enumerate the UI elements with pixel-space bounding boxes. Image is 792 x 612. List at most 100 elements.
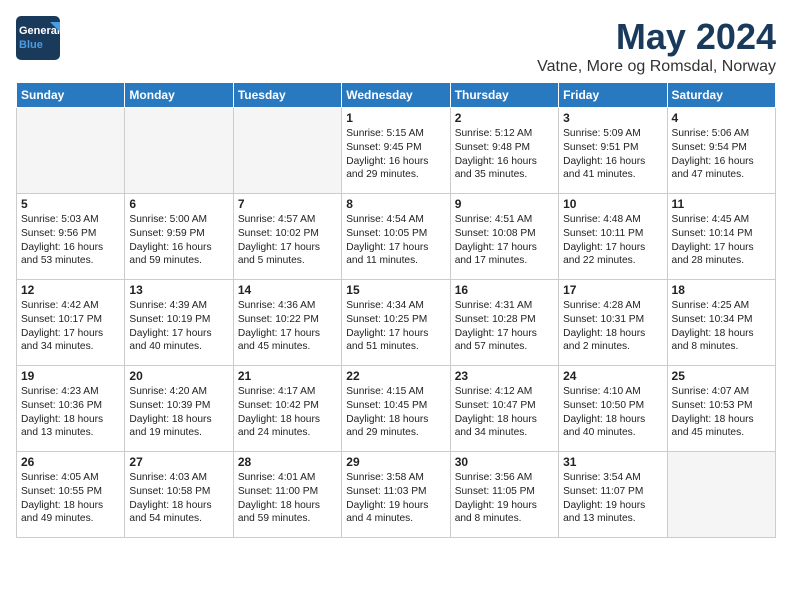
day-content: Sunrise: 4:25 AMSunset: 10:34 PMDaylight… xyxy=(672,299,771,354)
cell-5-3: 28 Sunrise: 4:01 AMSunset: 11:00 PMDaylig… xyxy=(233,452,341,538)
day-content: Sunrise: 4:45 AMSunset: 10:14 PMDaylight… xyxy=(672,213,771,268)
day-content: Sunrise: 4:39 AMSunset: 10:19 PMDaylight… xyxy=(129,299,228,354)
cell-1-4: 1Sunrise: 5:15 AMSunset: 9:45 PMDaylight… xyxy=(342,108,450,194)
cell-2-7: 11 Sunrise: 4:45 AMSunset: 10:14 PMDaylig… xyxy=(667,194,775,280)
day-number: 26 xyxy=(21,455,120,469)
day-number: 10 xyxy=(563,197,662,211)
day-number: 16 xyxy=(455,283,554,297)
cell-1-5: 2 Sunrise: 5:12 AMSunset: 9:48 PMDaylight… xyxy=(450,108,558,194)
title-area: May 2024 Vatne, More og Romsdal, Norway xyxy=(537,16,776,76)
day-content: Sunrise: 4:57 AMSunset: 10:02 PMDaylight… xyxy=(238,213,337,268)
day-number: 22 xyxy=(346,369,445,383)
day-content: Sunrise: 4:07 AMSunset: 10:53 PMDaylight… xyxy=(672,385,771,440)
cell-5-7 xyxy=(667,452,775,538)
day-content: Sunrise: 4:51 AMSunset: 10:08 PMDaylight… xyxy=(455,213,554,268)
header-row: SundayMondayTuesdayWednesdayThursdayFrid… xyxy=(17,83,776,108)
day-number: 1 xyxy=(346,111,445,125)
day-content: Sunrise: 5:12 AMSunset: 9:48 PMDaylight:… xyxy=(455,127,554,182)
week-row-1: 1Sunrise: 5:15 AMSunset: 9:45 PMDaylight… xyxy=(17,108,776,194)
day-content: Sunrise: 4:01 AMSunset: 11:00 PMDaylight… xyxy=(238,471,337,526)
day-content: Sunrise: 4:31 AMSunset: 10:28 PMDaylight… xyxy=(455,299,554,354)
day-number: 28 xyxy=(238,455,337,469)
day-number: 24 xyxy=(563,369,662,383)
day-number: 6 xyxy=(129,197,228,211)
day-content: Sunrise: 4:23 AMSunset: 10:36 PMDaylight… xyxy=(21,385,120,440)
col-header-monday: Monday xyxy=(125,83,233,108)
logo: General Blue xyxy=(16,16,60,60)
cell-5-5: 30 Sunrise: 3:56 AMSunset: 11:05 PMDaylig… xyxy=(450,452,558,538)
day-content: Sunrise: 3:56 AMSunset: 11:05 PMDaylight… xyxy=(455,471,554,526)
cell-3-1: 12 Sunrise: 4:42 AMSunset: 10:17 PMDaylig… xyxy=(17,280,125,366)
day-content: Sunrise: 3:58 AMSunset: 11:03 PMDaylight… xyxy=(346,471,445,526)
day-number: 30 xyxy=(455,455,554,469)
day-number: 14 xyxy=(238,283,337,297)
day-number: 25 xyxy=(672,369,771,383)
day-content: Sunrise: 5:06 AMSunset: 9:54 PMDaylight:… xyxy=(672,127,771,182)
day-number: 9 xyxy=(455,197,554,211)
day-content: Sunrise: 4:42 AMSunset: 10:17 PMDaylight… xyxy=(21,299,120,354)
day-number: 7 xyxy=(238,197,337,211)
day-content: Sunrise: 4:15 AMSunset: 10:45 PMDaylight… xyxy=(346,385,445,440)
day-content: Sunrise: 4:54 AMSunset: 10:05 PMDaylight… xyxy=(346,213,445,268)
day-number: 31 xyxy=(563,455,662,469)
cell-2-2: 6 Sunrise: 5:00 AMSunset: 9:59 PMDaylight… xyxy=(125,194,233,280)
cell-2-1: 5Sunrise: 5:03 AMSunset: 9:56 PMDaylight… xyxy=(17,194,125,280)
day-number: 8 xyxy=(346,197,445,211)
calendar-table: SundayMondayTuesdayWednesdayThursdayFrid… xyxy=(16,82,776,538)
day-number: 11 xyxy=(672,197,771,211)
day-number: 15 xyxy=(346,283,445,297)
day-number: 29 xyxy=(346,455,445,469)
day-number: 5 xyxy=(21,197,120,211)
cell-2-4: 8 Sunrise: 4:54 AMSunset: 10:05 PMDayligh… xyxy=(342,194,450,280)
cell-5-6: 31 Sunrise: 3:54 AMSunset: 11:07 PMDaylig… xyxy=(559,452,667,538)
day-number: 17 xyxy=(563,283,662,297)
week-row-3: 12 Sunrise: 4:42 AMSunset: 10:17 PMDaylig… xyxy=(17,280,776,366)
cell-1-7: 4 Sunrise: 5:06 AMSunset: 9:54 PMDaylight… xyxy=(667,108,775,194)
day-content: Sunrise: 5:09 AMSunset: 9:51 PMDaylight:… xyxy=(563,127,662,182)
day-content: Sunrise: 4:20 AMSunset: 10:39 PMDaylight… xyxy=(129,385,228,440)
day-content: Sunrise: 4:28 AMSunset: 10:31 PMDaylight… xyxy=(563,299,662,354)
cell-4-5: 23Sunrise: 4:12 AMSunset: 10:47 PMDaylig… xyxy=(450,366,558,452)
day-number: 4 xyxy=(672,111,771,125)
day-content: Sunrise: 3:54 AMSunset: 11:07 PMDaylight… xyxy=(563,471,662,526)
cell-2-6: 10Sunrise: 4:48 AMSunset: 10:11 PMDaylig… xyxy=(559,194,667,280)
day-number: 27 xyxy=(129,455,228,469)
logo-icon: General Blue xyxy=(16,16,60,60)
cell-1-6: 3Sunrise: 5:09 AMSunset: 9:51 PMDaylight… xyxy=(559,108,667,194)
day-content: Sunrise: 4:05 AMSunset: 10:55 PMDaylight… xyxy=(21,471,120,526)
cell-3-6: 17 Sunrise: 4:28 AMSunset: 10:31 PMDaylig… xyxy=(559,280,667,366)
day-number: 23 xyxy=(455,369,554,383)
cell-4-2: 20 Sunrise: 4:20 AMSunset: 10:39 PMDaylig… xyxy=(125,366,233,452)
day-content: Sunrise: 4:03 AMSunset: 10:58 PMDaylight… xyxy=(129,471,228,526)
svg-text:General: General xyxy=(19,25,60,37)
cell-3-5: 16 Sunrise: 4:31 AMSunset: 10:28 PMDaylig… xyxy=(450,280,558,366)
col-header-tuesday: Tuesday xyxy=(233,83,341,108)
day-number: 18 xyxy=(672,283,771,297)
svg-text:Blue: Blue xyxy=(19,39,43,51)
month-title: May 2024 xyxy=(537,16,776,58)
cell-4-3: 21Sunrise: 4:17 AMSunset: 10:42 PMDaylig… xyxy=(233,366,341,452)
cell-5-1: 26 Sunrise: 4:05 AMSunset: 10:55 PMDaylig… xyxy=(17,452,125,538)
day-content: Sunrise: 4:36 AMSunset: 10:22 PMDaylight… xyxy=(238,299,337,354)
cell-3-4: 15 Sunrise: 4:34 AMSunset: 10:25 PMDaylig… xyxy=(342,280,450,366)
day-number: 20 xyxy=(129,369,228,383)
day-number: 12 xyxy=(21,283,120,297)
col-header-sunday: Sunday xyxy=(17,83,125,108)
cell-4-7: 25 Sunrise: 4:07 AMSunset: 10:53 PMDaylig… xyxy=(667,366,775,452)
page-header: General Blue May 2024 Vatne, More og Rom… xyxy=(16,16,776,76)
day-content: Sunrise: 5:00 AMSunset: 9:59 PMDaylight:… xyxy=(129,213,228,268)
location: Vatne, More og Romsdal, Norway xyxy=(537,58,776,76)
col-header-friday: Friday xyxy=(559,83,667,108)
col-header-thursday: Thursday xyxy=(450,83,558,108)
day-content: Sunrise: 4:34 AMSunset: 10:25 PMDaylight… xyxy=(346,299,445,354)
cell-2-5: 9 Sunrise: 4:51 AMSunset: 10:08 PMDayligh… xyxy=(450,194,558,280)
cell-4-6: 24Sunrise: 4:10 AMSunset: 10:50 PMDaylig… xyxy=(559,366,667,452)
cell-4-1: 19Sunrise: 4:23 AMSunset: 10:36 PMDaylig… xyxy=(17,366,125,452)
col-header-wednesday: Wednesday xyxy=(342,83,450,108)
day-number: 21 xyxy=(238,369,337,383)
cell-5-2: 27 Sunrise: 4:03 AMSunset: 10:58 PMDaylig… xyxy=(125,452,233,538)
day-number: 2 xyxy=(455,111,554,125)
cell-1-3 xyxy=(233,108,341,194)
cell-4-4: 22 Sunrise: 4:15 AMSunset: 10:45 PMDaylig… xyxy=(342,366,450,452)
cell-1-2 xyxy=(125,108,233,194)
